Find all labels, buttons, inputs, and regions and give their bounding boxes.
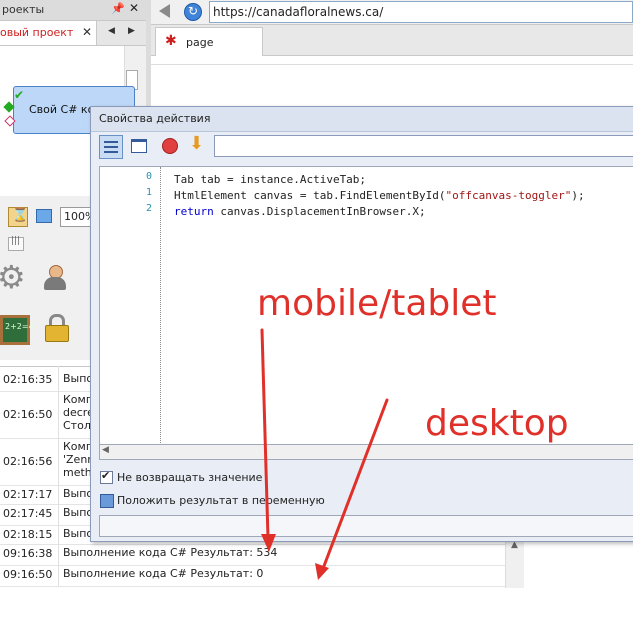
log-time: 02:17:45 <box>3 507 53 520</box>
log-time: 02:16:50 <box>3 408 53 421</box>
close-icon[interactable]: ✕ <box>129 1 139 15</box>
project-tab-row: овый проект ✕ ◀ ▶ <box>0 21 146 46</box>
dialog-toolbar: ⬇ <box>91 132 633 162</box>
tab-close-icon[interactable]: ✕ <box>82 25 92 39</box>
log-column-divider <box>58 366 59 586</box>
stop-icon <box>162 138 178 154</box>
log-message: Стол <box>63 419 91 432</box>
panel-horizontal-scroll-thumb[interactable]: ||| <box>8 236 24 251</box>
tab-project[interactable]: овый проект ✕ <box>0 21 97 45</box>
code-string: "offcanvas-toggler" <box>445 189 572 202</box>
code-text: canvas.DisplacementInBrowser.X; <box>213 205 426 218</box>
no-return-label: Не возвращать значение <box>117 471 263 484</box>
code-text: Tab tab = instance.ActiveTab; <box>174 173 367 186</box>
success-check-icon: ✔ <box>14 88 25 102</box>
chalkboard-icon[interactable]: 2+2=4 <box>0 315 34 345</box>
tab-project-label: овый проект <box>0 26 74 39</box>
dialog-title: Свойства действия <box>99 112 211 125</box>
pin-icon[interactable]: 📌 <box>111 2 125 15</box>
tab-page-label: page <box>186 36 214 49</box>
result-variable-input[interactable] <box>99 515 633 537</box>
line-number: 0 <box>146 171 153 182</box>
project-panel-header: роекты 📌 ✕ <box>0 0 146 21</box>
gear-icon[interactable]: ⚙ <box>0 258 26 296</box>
image-icon[interactable] <box>36 209 52 223</box>
url-text: https://canadafloralnews.ca/ <box>213 5 384 19</box>
log-message: Комп <box>63 440 94 453</box>
tab-page[interactable]: ✱ page <box>155 27 263 56</box>
code-view-button[interactable] <box>99 135 123 159</box>
save-to-variable-checkbox[interactable] <box>100 494 114 508</box>
log-row[interactable]: 09:16:38 Выполнение кода C# Результат: 53… <box>0 545 505 566</box>
stop-button[interactable] <box>159 135 181 157</box>
browser-tab-strip: ✱ page <box>151 25 633 56</box>
arrow-down-icon: ⬇ <box>189 133 205 154</box>
code-line[interactable]: HtmlElement canvas = tab.FindElementById… <box>174 189 585 202</box>
tab-scroll-left-icon[interactable]: ◀ <box>108 26 115 36</box>
address-bar: ↻ https://canadafloralnews.ca/ <box>151 0 633 25</box>
hourglass-icon[interactable]: ⌛ <box>8 207 28 227</box>
checkmark-icon: ✔ <box>101 469 111 482</box>
log-message: meth <box>63 466 92 479</box>
back-arrow-icon[interactable] <box>159 4 170 18</box>
log-time: 02:16:56 <box>3 455 53 468</box>
log-message: Выполнение кода C# Результат: 0 <box>63 567 264 580</box>
line-number: 2 <box>146 203 153 214</box>
log-message: Комп <box>63 393 94 406</box>
code-text: ); <box>571 189 585 202</box>
code-keyword: return <box>174 205 214 218</box>
maple-leaf-icon: ✱ <box>165 33 177 49</box>
action-properties-dialog: Свойства действия ⬇ 0 1 2 Tab tab = inst… <box>90 106 633 542</box>
lock-icon[interactable] <box>45 314 69 342</box>
annotation-desktop: desktop <box>425 403 569 444</box>
log-time: 09:16:38 <box>3 547 53 560</box>
project-panel-title: роекты <box>2 3 45 16</box>
browser-divider <box>151 64 633 65</box>
line-number-gutter: 0 1 2 <box>100 167 160 445</box>
editor-horizontal-scrollbar[interactable]: ◀ <box>99 444 633 460</box>
move-down-button[interactable]: ⬇ <box>187 133 209 157</box>
tab-scroll-right-icon[interactable]: ▶ <box>128 26 135 36</box>
window-edit-button[interactable] <box>128 135 150 157</box>
log-time: 02:17:17 <box>3 488 53 501</box>
user-icon[interactable] <box>43 263 67 293</box>
url-input[interactable]: https://canadafloralnews.ca/ <box>209 1 633 23</box>
gutter-divider <box>160 167 162 445</box>
line-number: 1 <box>146 187 153 198</box>
log-vertical-scrollbar[interactable]: ▲ <box>505 540 524 588</box>
log-row[interactable]: 09:16:50 Выполнение кода C# Результат: 0 <box>0 566 505 587</box>
code-line[interactable]: return canvas.DisplacementInBrowser.X; <box>174 205 426 218</box>
code-text: HtmlElement canvas = tab.FindElementById… <box>174 189 446 202</box>
log-time: 02:18:15 <box>3 528 53 541</box>
refresh-icon[interactable]: ↻ <box>184 3 202 21</box>
annotation-mobile-tablet: mobile/tablet <box>257 283 497 324</box>
no-return-checkbox[interactable]: ✔ <box>100 469 113 484</box>
code-line[interactable]: Tab tab = instance.ActiveTab; <box>174 173 366 186</box>
scroll-left-icon[interactable]: ◀ <box>102 445 109 455</box>
log-message: Выполнение кода C# Результат: 534 <box>63 546 278 559</box>
dialog-titlebar[interactable]: Свойства действия <box>91 107 633 132</box>
save-to-variable-label: Положить результат в переменную <box>117 494 325 507</box>
log-time: 09:16:50 <box>3 568 53 581</box>
log-time: 02:16:35 <box>3 373 53 386</box>
action-name-input[interactable] <box>214 135 633 157</box>
